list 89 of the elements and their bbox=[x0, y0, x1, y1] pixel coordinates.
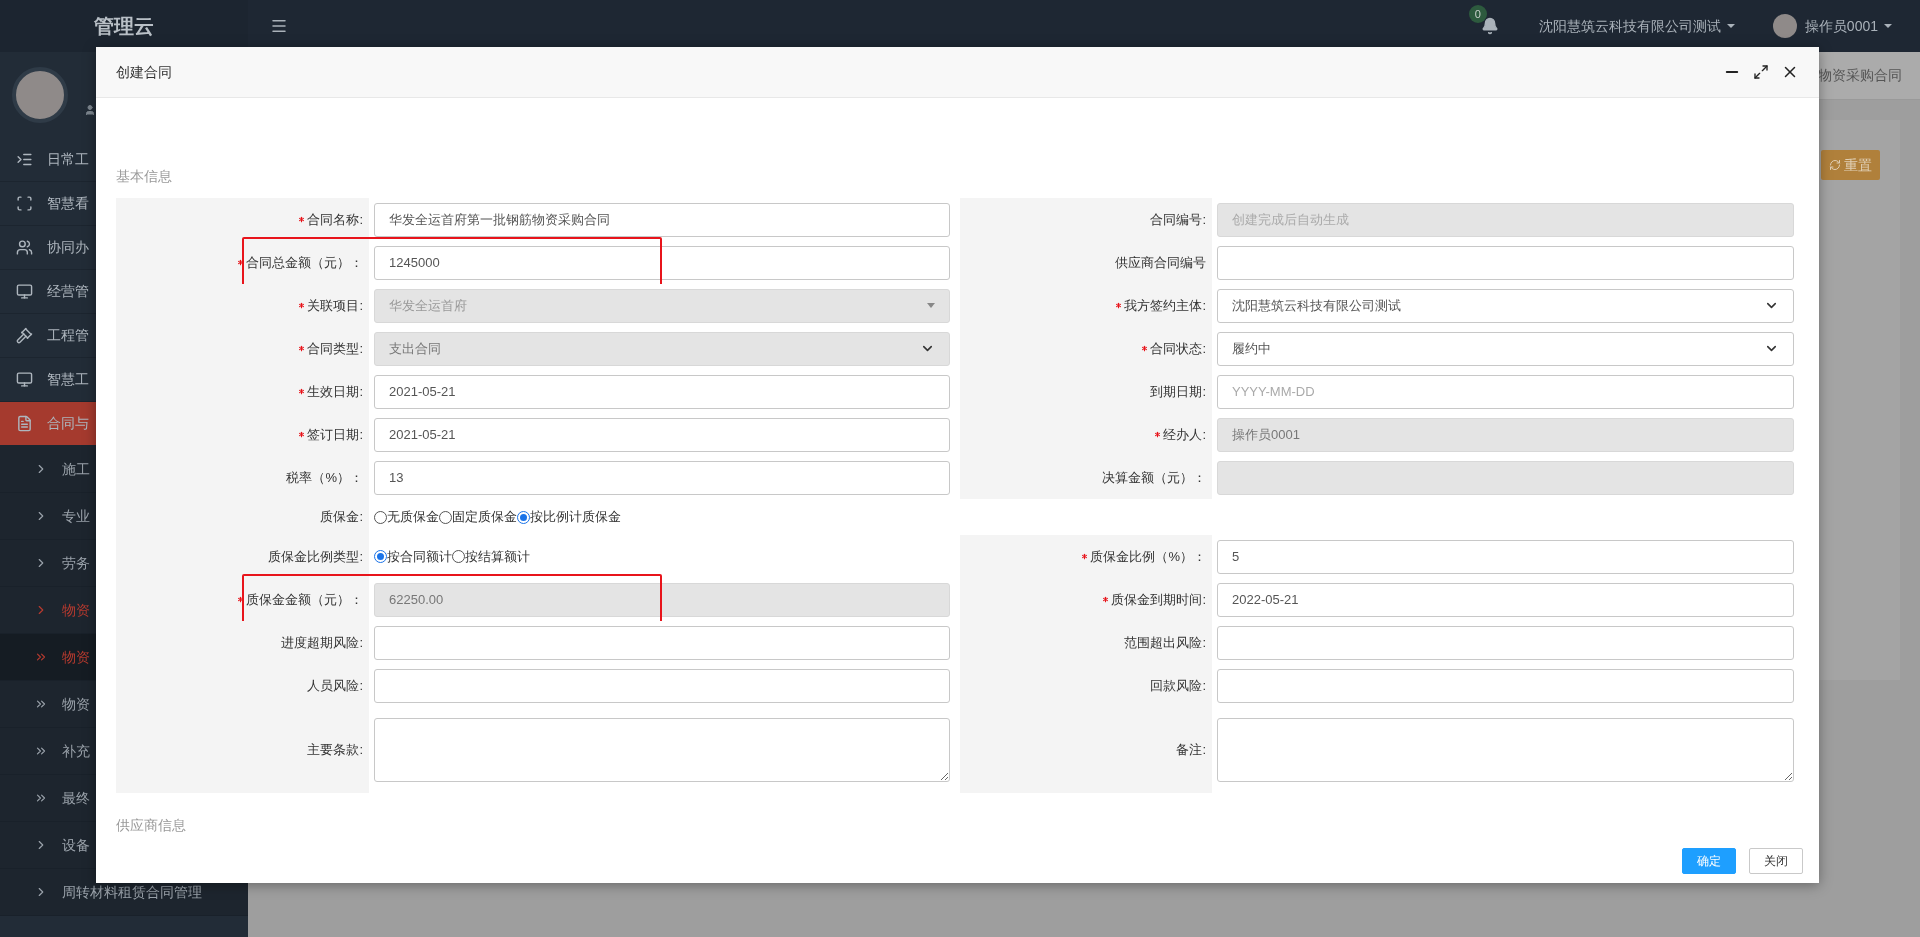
field-label: 合同类型: bbox=[307, 339, 363, 358]
field-label: 我方签约主体: bbox=[1124, 296, 1206, 315]
maximize-icon[interactable] bbox=[1753, 64, 1769, 80]
double-chevron-icon bbox=[34, 650, 48, 664]
sidebar-item-label: 经营管 bbox=[47, 282, 89, 301]
select-field[interactable]: 履约中 bbox=[1217, 331, 1794, 366]
user-icon bbox=[84, 104, 96, 116]
submenu-item-label: 物资 bbox=[62, 647, 90, 667]
field-label: 范围超出风险: bbox=[1124, 633, 1206, 652]
app-logo-text: 管理云 bbox=[94, 14, 154, 39]
company-dropdown[interactable]: 沈阳慧筑云科技有限公司测试 bbox=[1538, 15, 1735, 37]
submenu-item-label: 最终 bbox=[62, 788, 90, 808]
field-label: 质保金比例类型: bbox=[268, 547, 363, 566]
text-field[interactable]: 2021-05-21 bbox=[374, 374, 950, 409]
submenu-item-label: 物资 bbox=[62, 600, 90, 620]
sidebar-item-label: 智慧看 bbox=[47, 194, 89, 213]
field-label: 经办人: bbox=[1163, 425, 1206, 444]
radio-label: 固定质保金 bbox=[452, 508, 517, 527]
radio-label: 按比例计质保金 bbox=[530, 508, 621, 527]
text-field[interactable] bbox=[1217, 245, 1794, 280]
field-label: 人员风险: bbox=[307, 676, 363, 695]
textarea-field[interactable] bbox=[1217, 718, 1794, 782]
radio-label: 无质保金 bbox=[387, 508, 439, 527]
refresh-icon bbox=[1829, 159, 1841, 171]
sidebar-item-label: 日常工 bbox=[47, 150, 89, 169]
field-label: 供应商合同编号 bbox=[1115, 253, 1206, 272]
monitor-icon bbox=[16, 371, 33, 388]
submenu-item-label: 设备 bbox=[62, 835, 90, 855]
text-field[interactable]: 2021-05-21 bbox=[374, 417, 950, 452]
field-label: 质保金比例（%）： bbox=[1090, 547, 1206, 566]
field-label: 合同名称: bbox=[307, 210, 363, 229]
field-label: 生效日期: bbox=[307, 382, 363, 401]
submenu-item-label: 劳务 bbox=[62, 553, 90, 573]
field-label: 合同状态: bbox=[1150, 339, 1206, 358]
double-chevron-icon bbox=[34, 697, 48, 711]
field-label: 税率（%）： bbox=[286, 468, 363, 487]
dialog-title: 创建合同 bbox=[116, 62, 172, 82]
text-field[interactable]: 13 bbox=[374, 460, 950, 495]
radio-label: 按结算额计 bbox=[465, 547, 530, 566]
radio-label: 按合同额计 bbox=[387, 547, 452, 566]
field-label: 质保金金额（元）： bbox=[246, 590, 363, 609]
text-field[interactable]: 2022-05-21 bbox=[1217, 582, 1794, 617]
menu-icon[interactable] bbox=[270, 17, 288, 35]
submenu-item-label: 周转材料租赁合同管理 bbox=[62, 882, 202, 902]
textarea-field[interactable] bbox=[374, 718, 950, 782]
sidebar-item-label: 智慧工 bbox=[47, 370, 89, 389]
field-label: 合同总金额（元）： bbox=[246, 253, 363, 272]
field-label: 备注: bbox=[1176, 741, 1206, 760]
field-label: 到期日期: bbox=[1150, 382, 1206, 401]
text-field[interactable]: 1245000 bbox=[374, 245, 950, 280]
double-chevron-icon bbox=[34, 791, 48, 805]
field-label: 主要条款: bbox=[307, 741, 363, 760]
text-field[interactable] bbox=[374, 668, 950, 703]
field-label: 合同编号: bbox=[1150, 210, 1206, 229]
field-label: 质保金到期时间: bbox=[1111, 590, 1206, 609]
field-label: 质保金: bbox=[320, 508, 363, 527]
text-field[interactable] bbox=[1217, 668, 1794, 703]
submenu-item-label: 补充 bbox=[62, 741, 90, 761]
field-label: 关联项目: bbox=[307, 296, 363, 315]
field-label: 进度超期风险: bbox=[281, 633, 363, 652]
notification-badge: 0 bbox=[1468, 5, 1487, 23]
select-field[interactable]: 沈阳慧筑云科技有限公司测试 bbox=[1217, 288, 1794, 323]
submenu-item-label: 专业 bbox=[62, 506, 90, 526]
user-dropdown[interactable]: 操作员0001 bbox=[1804, 15, 1892, 37]
file-icon bbox=[16, 415, 33, 432]
section-title: 基本信息 bbox=[116, 167, 173, 186]
field-label: 签订日期: bbox=[307, 425, 363, 444]
section-title: 供应商信息 bbox=[116, 816, 187, 835]
gavel-icon bbox=[16, 327, 33, 344]
field-label: 决算金额（元）： bbox=[1102, 468, 1206, 487]
scan-frame-icon bbox=[16, 195, 33, 212]
double-chevron-icon bbox=[34, 744, 48, 758]
monitor-icon bbox=[16, 283, 33, 300]
text-field[interactable]: YYYY-MM-DD bbox=[1217, 374, 1794, 409]
bell-icon[interactable] bbox=[1480, 17, 1499, 35]
text-field[interactable] bbox=[374, 625, 950, 660]
submenu-item-label: 物资 bbox=[62, 694, 90, 714]
field-label: 回款风险: bbox=[1150, 676, 1206, 695]
sidebar-item-label: 协同办 bbox=[47, 238, 89, 257]
text-field[interactable] bbox=[1217, 625, 1794, 660]
text-field[interactable]: 华发全运首府第一批钢筋物资采购合同 bbox=[374, 202, 950, 237]
sidebar-item-label: 合同与 bbox=[47, 414, 89, 433]
sidebar-item-label: 工程管 bbox=[47, 326, 89, 345]
close-button[interactable]: 关闭 bbox=[1749, 848, 1803, 874]
submenu-item-label: 施工 bbox=[62, 459, 90, 479]
list-indent-icon bbox=[16, 151, 33, 168]
users-icon bbox=[16, 239, 33, 256]
caret-down-icon bbox=[927, 303, 935, 308]
text-field[interactable]: 5 bbox=[1217, 539, 1794, 574]
